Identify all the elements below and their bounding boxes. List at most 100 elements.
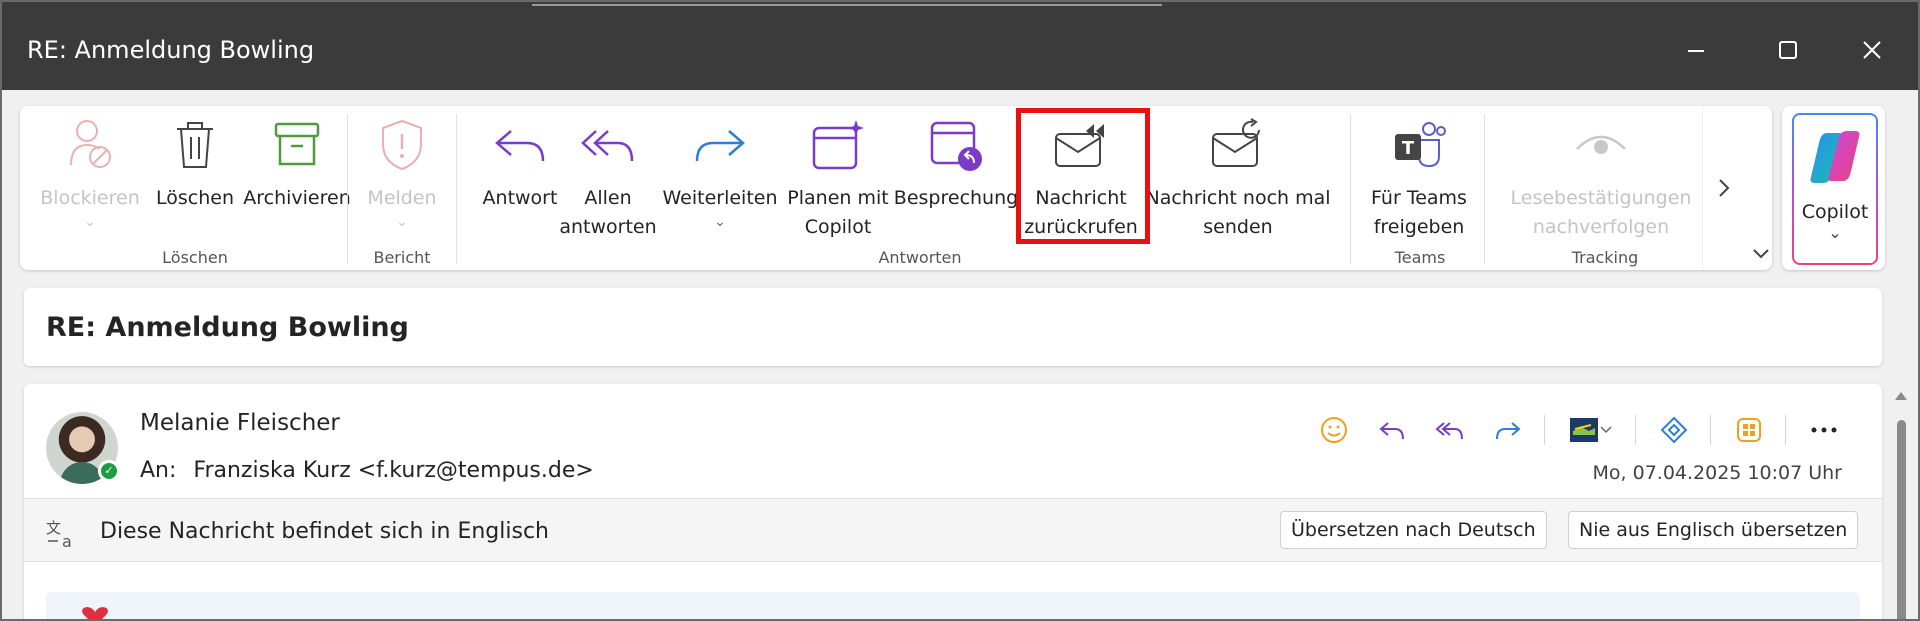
title-bar: RE: Anmeldung Bowling [2,2,1918,90]
plan-with-copilot-label-line2: Copilot [804,216,872,238]
track-read-receipts-button[interactable]: Lesebestätigungen nachverfolgen [1494,114,1708,242]
group-label-teams: Teams [1394,248,1446,267]
forward-icon [1496,422,1521,440]
copilot-button[interactable]: Copilot ⌄ [1792,113,1878,265]
reply-all-icon [581,130,634,162]
reply-all-icon [1435,422,1463,440]
message-action-bar [1296,410,1844,450]
more-icon [1811,427,1837,433]
minimize-icon [1688,50,1704,52]
reply-all-label-line1: Allen [584,187,632,209]
group-label-report: Bericht [373,248,431,267]
ribbon-divider [1484,114,1485,264]
archive-button[interactable]: Archivieren [242,114,352,213]
chevron-down-icon: ⌄ [714,214,726,230]
share-to-teams-button[interactable]: T Für Teams freigeben [1362,114,1476,242]
group-label-reply: Antworten [878,248,962,267]
resend-message-button[interactable]: Nachricht noch mal senden [1145,114,1331,242]
close-icon [1863,41,1881,59]
calendar-sparkle-icon [812,120,864,170]
never-translate-button[interactable]: Nie aus Englisch übersetzen [1568,511,1859,549]
chevron-down-icon: ⌄ [84,214,96,230]
track-read-receipts-label-line2: nachverfolgen [1532,216,1670,238]
reply-icon [495,130,545,162]
message-subject: RE: Anmeldung Bowling [46,312,409,343]
scroll-thumb[interactable] [1897,420,1906,619]
to-label: An: [140,458,177,483]
chevron-down-icon [1753,249,1769,259]
ribbon-divider [347,114,348,264]
window-title: RE: Anmeldung Bowling [27,36,315,64]
app-dropdown-button[interactable] [1563,410,1619,450]
reaction-button[interactable] [1314,410,1354,450]
block-button[interactable]: Blockieren ⌄ [40,114,140,231]
plan-with-copilot-button[interactable]: Planen mit Copilot [786,114,890,242]
heart-icon [82,607,108,619]
loop-button[interactable] [1654,410,1694,450]
maximize-button[interactable] [1760,28,1816,72]
chevron-right-icon [1718,179,1729,197]
outlook-message-window: RE: Anmeldung Bowling Blockieren ⌄ Lösch… [0,0,1920,621]
shield-alert-icon [382,119,422,171]
calendar-reply-icon [930,121,982,171]
share-to-teams-label-line1: Für Teams [1371,187,1467,209]
reply-button[interactable]: Antwort [472,114,568,213]
ribbon-options-button[interactable] [1746,242,1776,266]
forward-button[interactable]: Weiterleiten ⌄ [660,114,780,231]
title-bar-edge [532,4,1162,6]
recall-highlight-box [1016,108,1150,244]
reply-all-action-button[interactable] [1430,410,1470,450]
ribbon: Blockieren ⌄ Löschen Archivieren Löschen [20,106,1772,270]
reply-all-button[interactable]: Allen antworten [559,114,657,242]
plan-with-copilot-label-line1: Planen mit [787,187,889,209]
emoji-icon [1321,417,1347,443]
resend-message-label-line1: Nachricht noch mal [1145,187,1331,209]
subject-header: RE: Anmeldung Bowling [24,288,1882,366]
action-divider [1544,415,1545,445]
apps-button[interactable] [1729,410,1769,450]
ribbon-divider [456,114,457,264]
minimize-button[interactable] [1668,28,1724,72]
translate-icon: 文 a [46,519,72,551]
scrollbar[interactable] [1890,384,1912,619]
block-user-icon [70,120,111,168]
meeting-label: Besprechung [893,187,1019,209]
chevron-down-icon: ⌄ [1828,223,1842,242]
archive-icon [274,122,320,166]
chevron-down-icon: ⌄ [396,214,408,230]
action-divider [1635,415,1636,445]
delete-button[interactable]: Löschen [138,114,252,213]
action-divider [1785,415,1786,445]
loop-icon [1660,416,1688,444]
scroll-up-arrow[interactable] [1895,392,1907,400]
svg-text:a: a [62,532,72,551]
more-options-button[interactable] [1804,410,1844,450]
recipients-line: An: Franziska Kurz <f.kurz@tempus.de> [140,458,594,483]
report-button[interactable]: Melden ⌄ [360,114,444,231]
app-icon [1570,418,1598,442]
block-label: Blockieren [40,187,140,209]
reply-all-label-line2: antworten [559,216,657,238]
track-read-receipts-label-line1: Lesebestätigungen [1510,187,1692,209]
trash-icon [177,122,213,168]
group-label-tracking: Tracking [1571,248,1639,267]
archive-label: Archivieren [243,187,351,209]
sender-name[interactable]: Melanie Fleischer [140,410,340,436]
ribbon-scroll-right-button[interactable] [1702,106,1744,270]
translation-message: Diese Nachricht befindet sich in Englisc… [100,519,549,544]
meeting-button[interactable]: Besprechung [894,114,1018,213]
close-button[interactable] [1844,28,1900,72]
recipient[interactable]: Franziska Kurz <f.kurz@tempus.de> [193,458,593,483]
resend-mail-icon [1212,118,1260,167]
reply-action-button[interactable] [1372,410,1412,450]
chevron-down-icon [1600,426,1612,434]
forward-icon [695,130,745,162]
presence-available-icon: ✓ [98,460,120,482]
translate-to-german-button[interactable]: Übersetzen nach Deutsch [1280,511,1547,549]
delete-label: Löschen [156,187,234,209]
action-divider [1710,415,1711,445]
message-card: ✓ Melanie Fleischer An: Franziska Kurz <… [24,384,1882,619]
forward-action-button[interactable] [1488,410,1528,450]
reply-label: Antwort [482,187,558,209]
svg-text:文: 文 [46,519,61,537]
